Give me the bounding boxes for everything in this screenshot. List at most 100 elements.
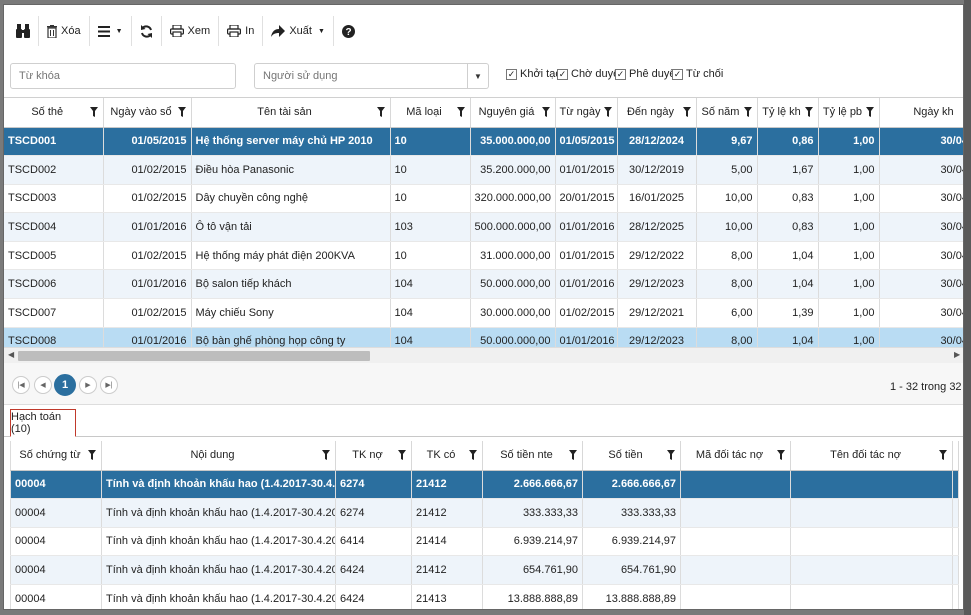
filter-icon[interactable] bbox=[743, 107, 752, 117]
filter-icon[interactable] bbox=[541, 107, 550, 117]
column-header[interactable]: Tên đối tác nợ bbox=[790, 441, 953, 471]
filter-icon[interactable] bbox=[456, 107, 465, 117]
delete-button[interactable]: Xóa bbox=[39, 16, 90, 46]
column-header-label: Mã loại bbox=[406, 106, 442, 119]
column-header[interactable]: Đến ngày bbox=[617, 98, 697, 128]
filter-icon[interactable] bbox=[177, 107, 186, 117]
binoculars-icon bbox=[16, 24, 30, 38]
filter-icon[interactable] bbox=[804, 107, 813, 117]
table-cell: 0,83 bbox=[757, 184, 819, 214]
first-page-icon[interactable]: |◀ bbox=[12, 376, 30, 394]
last-page-icon[interactable]: ▶| bbox=[100, 376, 118, 394]
user-select-dropdown[interactable]: ▼ bbox=[468, 63, 489, 89]
checkbox-box[interactable]: ✓ bbox=[506, 68, 517, 80]
export-button[interactable]: Xuất ▼ bbox=[263, 16, 334, 46]
column-header[interactable]: Số thẻ bbox=[4, 98, 104, 128]
status-checkbox[interactable]: ✓ Phê duyệt bbox=[615, 68, 679, 80]
scroll-right-icon[interactable]: ▶ bbox=[954, 350, 960, 359]
table-cell: 29/12/2023 bbox=[617, 269, 697, 300]
column-header[interactable]: Mã loại bbox=[390, 98, 471, 128]
table-row[interactable]: TSCD008 01/01/2016 Bộ bàn ghế phòng họp cô… bbox=[4, 327, 963, 347]
filter-icon[interactable] bbox=[398, 450, 406, 460]
next-page-icon[interactable]: ▶ bbox=[79, 376, 97, 394]
table-cell: 103 bbox=[390, 212, 471, 242]
table-cell: TSCD001 bbox=[4, 127, 104, 157]
table-cell: 21412 bbox=[411, 470, 483, 500]
column-header[interactable]: Ngày vào sổ bbox=[103, 98, 192, 128]
table-row[interactable]: TSCD007 01/02/2015 Máy chiếu Sony 104 30.000… bbox=[4, 298, 963, 328]
filter-icon[interactable] bbox=[88, 450, 96, 460]
prev-page-icon[interactable]: ◀ bbox=[34, 376, 52, 394]
table-cell: 01/01/2016 bbox=[103, 327, 192, 347]
column-header[interactable]: Nội dung bbox=[101, 441, 336, 471]
print-button[interactable]: In bbox=[219, 16, 264, 46]
filter-icon[interactable] bbox=[939, 450, 947, 460]
filter-icon[interactable] bbox=[376, 107, 385, 117]
filter-icon[interactable] bbox=[865, 107, 874, 117]
table-cell: TSCD008 bbox=[4, 327, 104, 347]
filter-icon[interactable] bbox=[603, 107, 612, 117]
checkbox-box[interactable]: ✓ bbox=[557, 68, 568, 80]
view-button[interactable]: Xem bbox=[162, 16, 220, 46]
table-row[interactable]: TSCD005 01/02/2015 Hệ thống máy phát điện … bbox=[4, 241, 963, 271]
checkbox-box[interactable]: ✓ bbox=[615, 68, 626, 80]
search-button[interactable] bbox=[8, 16, 39, 46]
column-header[interactable]: Số chứng từ bbox=[10, 441, 102, 471]
refresh-button[interactable] bbox=[132, 16, 162, 46]
column-header[interactable]: Tỷ lệ kh bbox=[757, 98, 819, 128]
filter-icon[interactable] bbox=[89, 107, 98, 117]
table-row[interactable]: TSCD003 01/02/2015 Dây chuyền công nghệ 10 3… bbox=[4, 184, 963, 214]
filter-icon[interactable] bbox=[469, 450, 477, 460]
current-page-button[interactable]: 1 bbox=[54, 374, 76, 396]
menu-button[interactable]: ▼ bbox=[90, 16, 132, 46]
table-cell: 00004 bbox=[10, 527, 102, 557]
table-row[interactable]: TSCD001 01/05/2015 Hệ thống server máy chủ… bbox=[4, 127, 963, 157]
tab-accounting[interactable]: Hạch toán (10) bbox=[10, 409, 76, 437]
column-header[interactable]: Nguyên giá bbox=[470, 98, 556, 128]
window-shadow bbox=[964, 0, 971, 615]
table-cell: 654.761,90 bbox=[582, 555, 681, 585]
delete-label: Xóa bbox=[61, 25, 81, 37]
status-checkbox[interactable]: ✓ Từ chối bbox=[672, 68, 723, 80]
table-row[interactable]: TSCD004 01/01/2016 Ô tô vận tải 103 500.000.… bbox=[4, 212, 963, 242]
filter-icon[interactable] bbox=[322, 450, 330, 460]
help-button[interactable]: ? bbox=[334, 16, 363, 46]
column-header[interactable]: Số tiền nte bbox=[482, 441, 583, 471]
table-row[interactable]: 00004 Tính và định khoản khấu hao (1.4.20… bbox=[10, 527, 959, 557]
filter-icon[interactable] bbox=[682, 107, 691, 117]
column-header-label: TK nợ bbox=[352, 449, 383, 462]
table-row[interactable]: 00004 Tính và định khoản khấu hao (1.4.20… bbox=[10, 584, 959, 609]
keyword-input[interactable] bbox=[10, 63, 236, 89]
table-row[interactable]: 00004 Tính và định khoản khấu hao (1.4.20… bbox=[10, 470, 959, 500]
column-header[interactable]: Tên tài sản bbox=[191, 98, 391, 128]
column-header[interactable]: Số tiền bbox=[582, 441, 681, 471]
table-cell: 50.000.000,00 bbox=[470, 269, 556, 300]
table-cell: 35.000.000,00 bbox=[470, 127, 556, 157]
table-row[interactable]: TSCD002 01/02/2015 Điều hòa Panasonic 10 35.… bbox=[4, 155, 963, 185]
status-checkbox[interactable]: ✓ Chờ duyệt bbox=[557, 68, 622, 80]
table-cell: 6,00 bbox=[696, 298, 758, 328]
column-header[interactable]: Mã đối tác nợ bbox=[680, 441, 791, 471]
column-header[interactable]: Số năm bbox=[696, 98, 758, 128]
table-cell: 30/04/2017 bbox=[879, 212, 963, 242]
scroll-left-icon[interactable]: ◀ bbox=[8, 350, 14, 359]
table-cell: 333.333,33 bbox=[482, 498, 583, 528]
table-cell: 500.000.000,00 bbox=[470, 212, 556, 242]
filter-icon[interactable] bbox=[667, 450, 675, 460]
status-checkbox[interactable]: ✓ Khởi tạo bbox=[506, 68, 561, 80]
checkbox-box[interactable]: ✓ bbox=[672, 68, 683, 80]
column-header[interactable]: TK có bbox=[411, 441, 483, 471]
table-row[interactable]: TSCD006 01/01/2016 Bộ salon tiếp khách 104 5… bbox=[4, 269, 963, 300]
horizontal-scrollbar[interactable]: ◀ ▶ bbox=[4, 347, 963, 363]
filter-icon[interactable] bbox=[569, 450, 577, 460]
column-header[interactable]: Từ ngày bbox=[555, 98, 618, 128]
column-header[interactable]: TK nợ bbox=[335, 441, 412, 471]
scrollbar-thumb[interactable] bbox=[18, 351, 370, 361]
user-select[interactable] bbox=[254, 63, 468, 89]
column-header[interactable]: Ngày kh bbox=[879, 98, 963, 128]
column-header[interactable]: Tỷ lệ pb bbox=[818, 98, 880, 128]
table-row[interactable]: 00004 Tính và định khoản khấu hao (1.4.20… bbox=[10, 555, 959, 585]
table-row[interactable]: 00004 Tính và định khoản khấu hao (1.4.20… bbox=[10, 498, 959, 528]
filter-icon[interactable] bbox=[777, 450, 785, 460]
table-cell bbox=[790, 555, 953, 585]
